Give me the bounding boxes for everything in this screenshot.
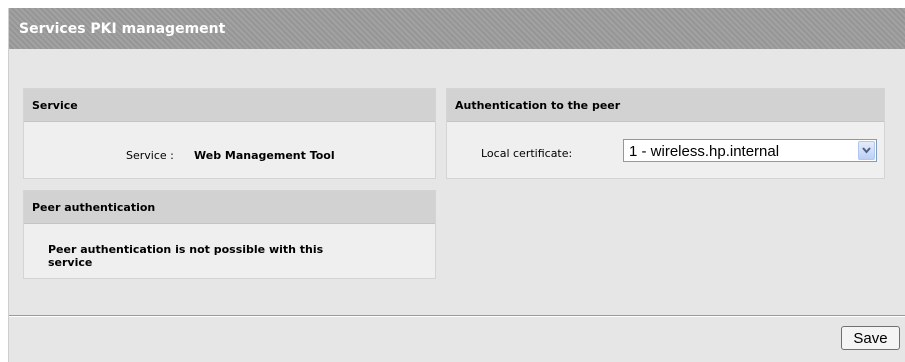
peer-auth-message-line1: Peer authentication is not possible with… xyxy=(48,243,324,256)
peer-auth-panel-title: Peer authentication xyxy=(32,201,156,214)
page-title: Services PKI management xyxy=(19,21,226,37)
peer-auth-panel-header: Peer authentication xyxy=(24,191,435,224)
peer-auth-panel: Peer authentication Peer authentication … xyxy=(23,190,436,279)
local-certificate-select[interactable]: 1 - wireless.hp.internal xyxy=(623,139,877,162)
service-panel-title: Service xyxy=(32,99,78,112)
local-certificate-value: 1 - wireless.hp.internal xyxy=(629,143,780,160)
auth-peer-panel: Authentication to the peer Local certifi… xyxy=(446,88,885,179)
pki-management-page: Services PKI management Service Service … xyxy=(8,8,905,362)
select-dropdown-button[interactable] xyxy=(858,141,875,160)
service-value: Web Management Tool xyxy=(194,149,335,162)
title-bar: Services PKI management xyxy=(9,8,905,49)
chevron-down-icon xyxy=(862,147,871,154)
footer-divider-highlight xyxy=(9,316,905,317)
peer-auth-message-line2: service xyxy=(48,256,93,269)
save-button[interactable]: Save xyxy=(841,326,900,350)
local-certificate-label: Local certificate: xyxy=(481,147,573,160)
service-panel-header: Service xyxy=(24,89,435,122)
auth-peer-panel-title: Authentication to the peer xyxy=(455,99,621,112)
auth-peer-panel-header: Authentication to the peer xyxy=(447,89,884,122)
service-panel: Service Service : Web Management Tool xyxy=(23,88,436,179)
service-label: Service : xyxy=(126,149,174,162)
